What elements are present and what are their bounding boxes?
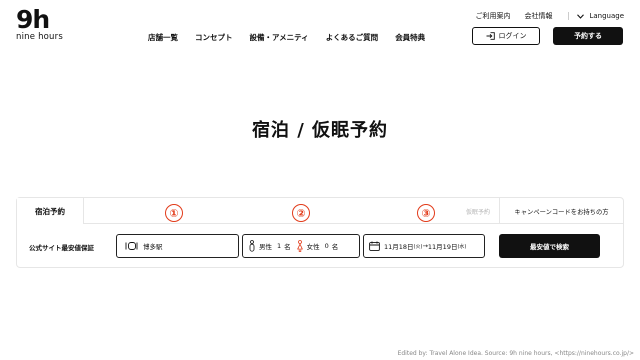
date-range-selector[interactable]: 11月18日 (火) → 11月19日 (水) xyxy=(363,234,485,258)
checkin-date: 11月18日 xyxy=(384,243,414,251)
logo-mark: 9h xyxy=(16,5,50,34)
site-logo[interactable]: 9h nine hours xyxy=(16,5,96,44)
checkout-day-of-week: (水) xyxy=(457,243,467,250)
reserve-label: 予約する xyxy=(574,32,602,40)
location-value: 博多駅 xyxy=(143,243,163,251)
checkin-day-of-week: (火) xyxy=(413,243,423,250)
male-unit: 名 xyxy=(284,243,291,251)
login-button[interactable]: ログイン xyxy=(472,27,540,45)
male-label: 男性 xyxy=(259,243,272,251)
language-selector[interactable]: Language xyxy=(568,12,624,20)
reserve-button[interactable]: 予約する xyxy=(553,27,623,45)
step-marker-1: ① xyxy=(165,204,183,222)
tab-stay[interactable]: 宿泊予約 xyxy=(17,198,84,224)
booking-tab-bar: 宿泊予約 仮眠予約 キャンペーンコードをお持ちの方 xyxy=(17,198,623,224)
search-lowest-price-button[interactable]: 最安値で検索 xyxy=(499,234,600,258)
male-count: 1 xyxy=(277,242,282,250)
utility-nav: ご利用案内 会社情報 Language xyxy=(461,11,624,21)
nav-item-stores[interactable]: 店舗一覧 xyxy=(148,32,178,43)
page-title: 宿泊 / 仮眠予約 xyxy=(251,120,389,141)
female-person-icon xyxy=(296,240,303,252)
male-guests: 男性 1 名 xyxy=(249,240,291,252)
female-count: 0 xyxy=(324,242,329,250)
checkout-date: 11月19日 xyxy=(427,243,458,251)
female-label: 女性 xyxy=(306,243,320,251)
image-credit: Edited by: Travel Alone Idea. Source: 9h… xyxy=(397,350,634,357)
step-marker-3: ③ xyxy=(417,204,435,222)
nav-item-member-benefits[interactable]: 会員特典 xyxy=(395,32,425,43)
booking-widget: 宿泊予約 仮眠予約 キャンペーンコードをお持ちの方 ① ② ③ 公式サイト最安値… xyxy=(16,197,624,268)
lowest-price-guarantee: 公式サイト最安値保証 xyxy=(29,244,94,252)
female-guests: 女性 0 名 xyxy=(296,240,339,252)
language-label: Language xyxy=(589,12,624,20)
guest-count-selector[interactable]: 男性 1 名 女性 0 名 xyxy=(242,234,360,258)
male-person-icon xyxy=(249,240,255,252)
main-nav: 店舗一覧 コンセプト 設備・アメニティ よくあるご質問 会員特典 xyxy=(148,32,442,43)
bed-icon xyxy=(125,242,138,250)
chevron-down-icon xyxy=(577,13,585,19)
guide-link[interactable]: ご利用案内 xyxy=(475,11,510,21)
step-marker-2: ② xyxy=(292,204,310,222)
nav-item-concept[interactable]: コンセプト xyxy=(195,32,233,43)
tab-nap[interactable]: 仮眠予約 xyxy=(453,198,503,224)
female-unit: 名 xyxy=(331,243,339,251)
nav-item-amenities[interactable]: 設備・アメニティ xyxy=(250,32,309,43)
login-label: ログイン xyxy=(498,32,527,40)
calendar-icon xyxy=(369,241,380,251)
nav-item-faq[interactable]: よくあるご質問 xyxy=(326,32,379,43)
logo-text: nine hours xyxy=(16,32,63,42)
location-selector[interactable]: 博多駅 xyxy=(116,234,239,258)
login-icon xyxy=(486,32,495,40)
company-info-link[interactable]: 会社情報 xyxy=(524,11,552,21)
campaign-code-link[interactable]: キャンペーンコードをお持ちの方 xyxy=(499,198,623,224)
